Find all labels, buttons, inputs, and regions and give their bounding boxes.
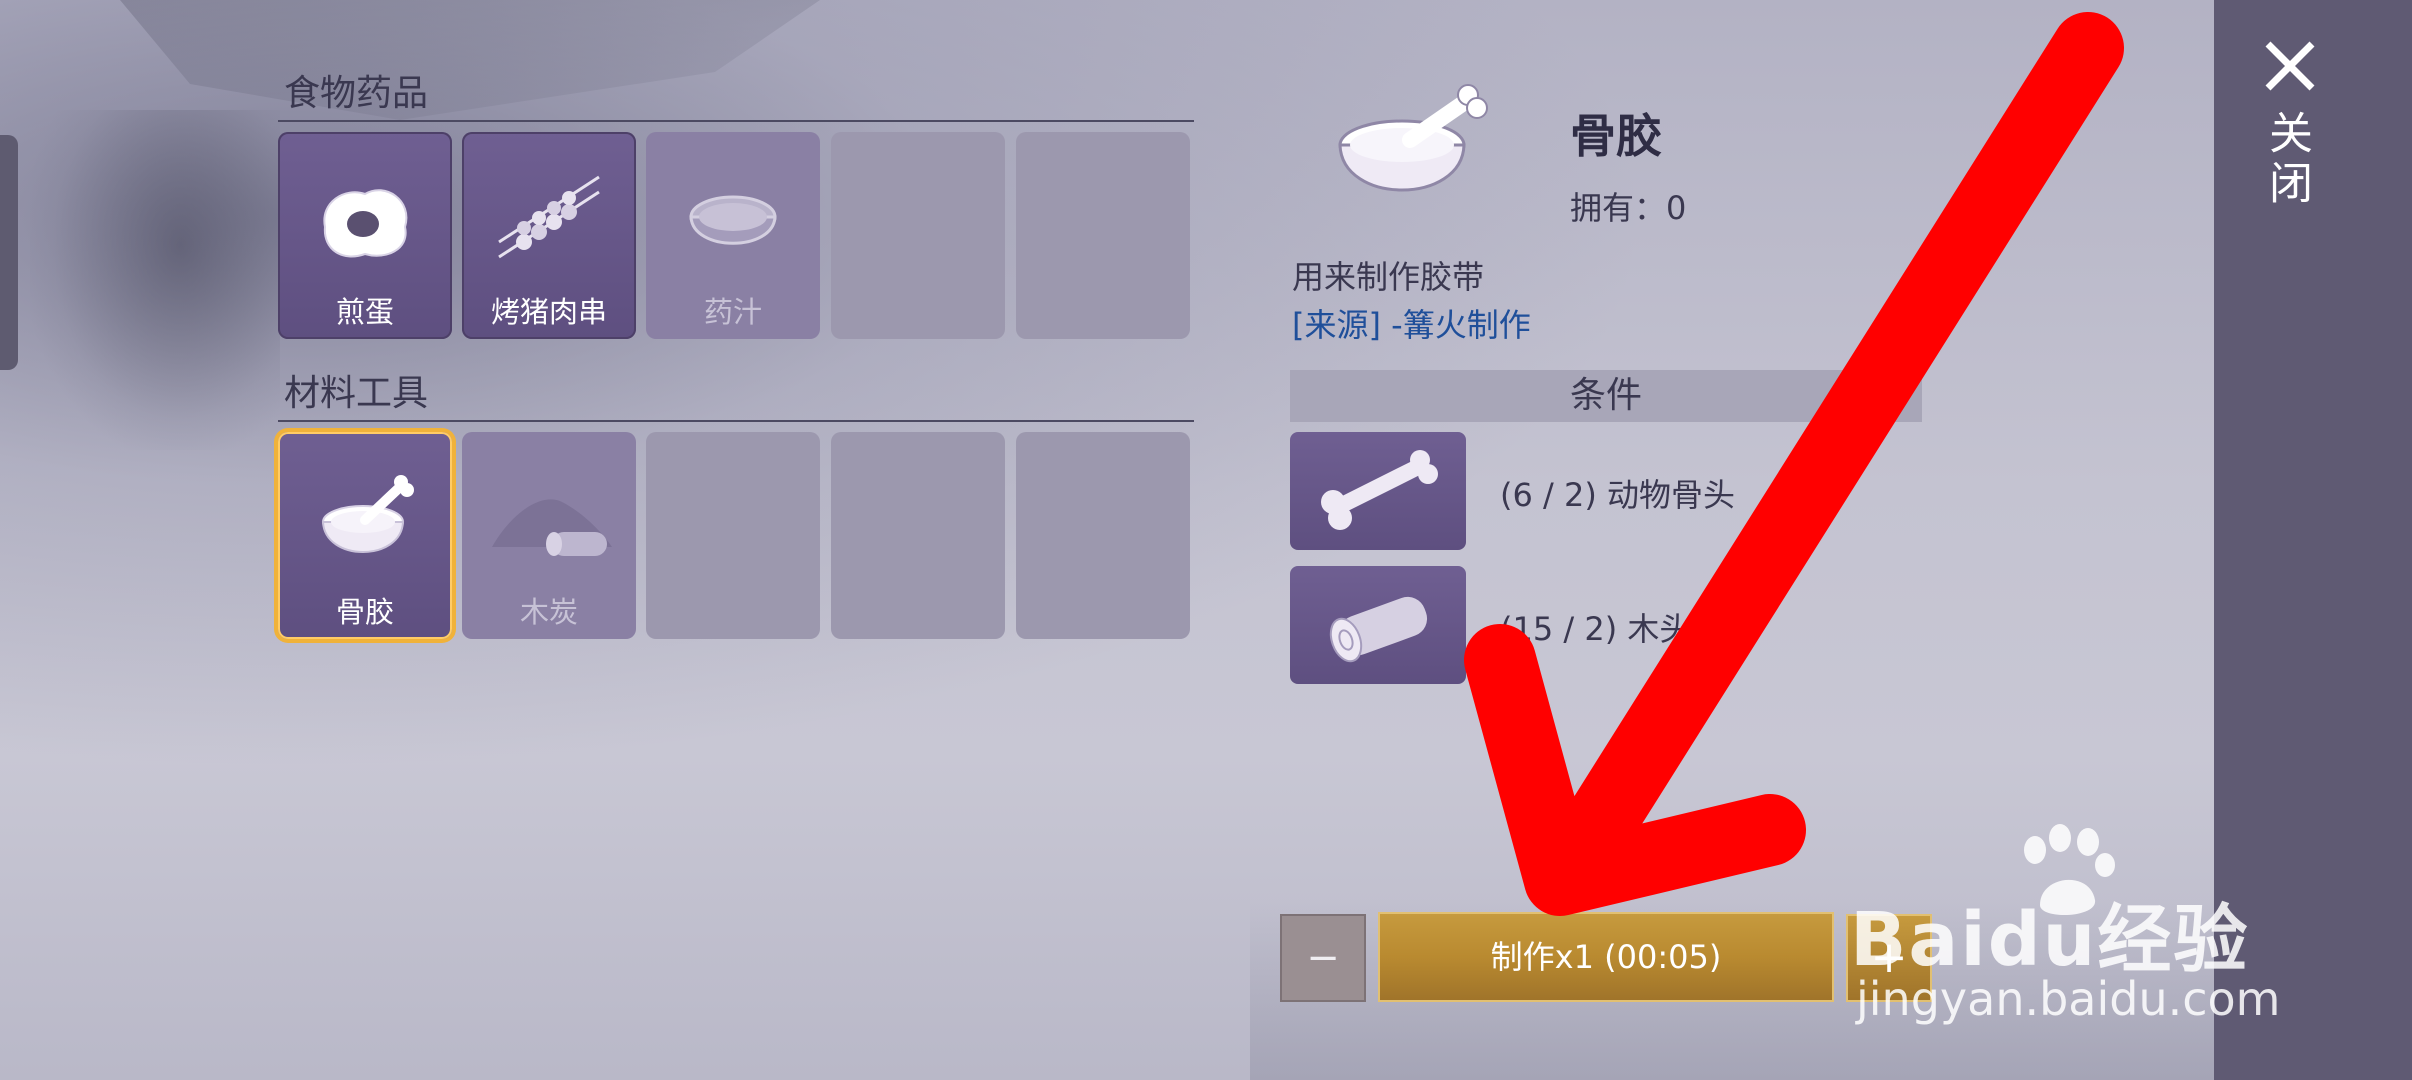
baidu-watermark-url: jingyan.baidu.com [1856,972,2281,1026]
baidu-watermark-logo: Baidu经验 [1850,897,2250,983]
